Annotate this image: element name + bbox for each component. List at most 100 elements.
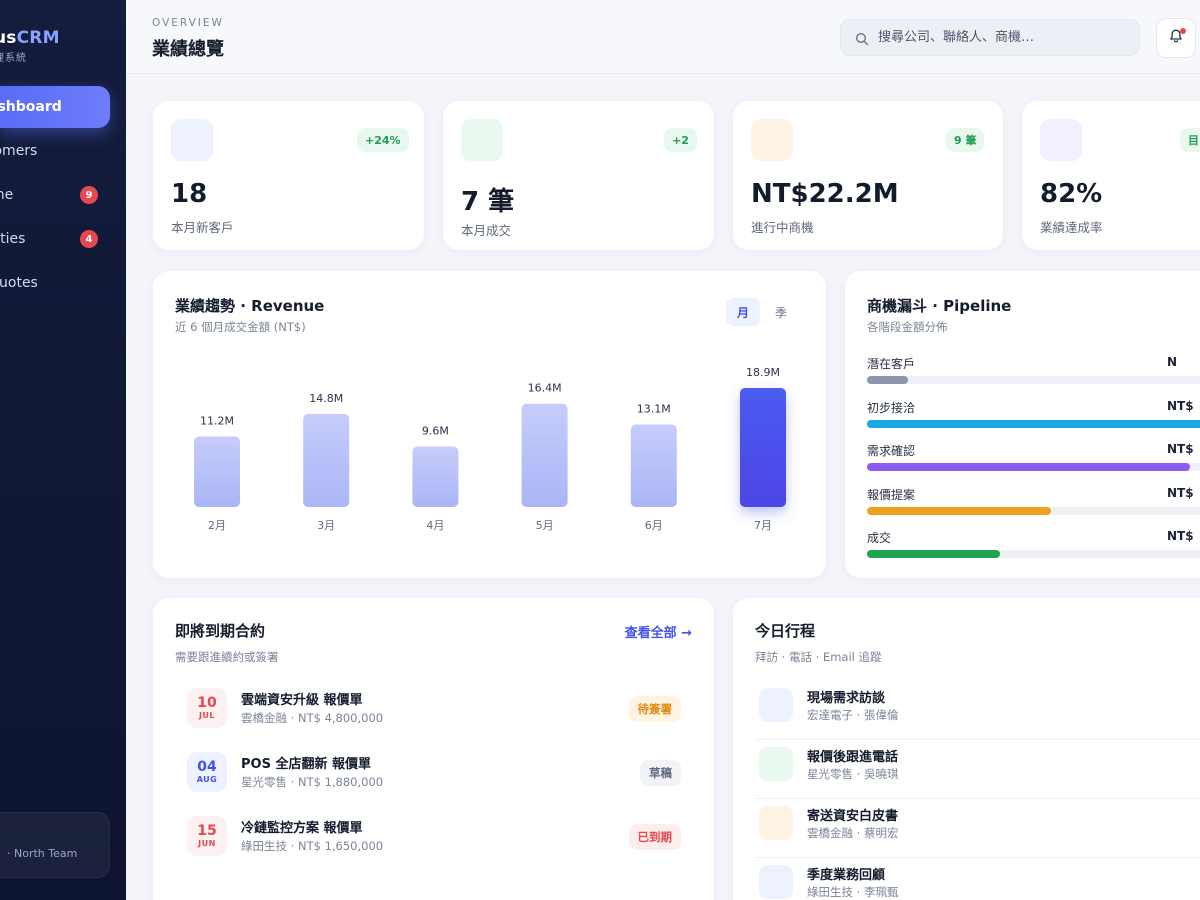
contracts-subtitle: 需要跟進續約或簽署 xyxy=(175,650,279,664)
due-date-badge: 10 JUL xyxy=(187,688,227,728)
pipeline-count-badge: 9 xyxy=(80,186,98,204)
schedule-item-meta: 綠田生技 · 李珮甄 xyxy=(807,885,899,899)
pipeline-progress-fill xyxy=(867,463,1190,471)
kpi-value: 18 xyxy=(171,179,208,209)
revenue-bar[interactable] xyxy=(630,424,677,507)
kpi-value: 82% xyxy=(1040,179,1103,209)
sidebar-item-label: vities xyxy=(0,231,26,247)
schedule-item-meta: 雲橋金融 · 蔡明宏 xyxy=(807,826,899,840)
sidebar-item-label: line xyxy=(0,187,14,203)
sidebar-item-dashboard[interactable]: ashboard xyxy=(0,86,110,128)
pipeline-progress-fill xyxy=(867,419,1200,428)
activities-count-badge: 4 xyxy=(80,230,98,248)
sidebar-item-quotes[interactable]: Quotes xyxy=(0,262,126,304)
search-icon xyxy=(855,31,869,45)
contract-meta: 星光零售 · NT$ 1,880,000 xyxy=(241,775,384,789)
kpi-trend-badge: +24% xyxy=(357,128,409,152)
schedule-item[interactable]: 季度業務回顧 綠田生技 · 李珮甄 xyxy=(755,859,1200,900)
due-date-badge: 04 AUG xyxy=(187,752,227,792)
brand-logo[interactable]: usCRM 理系統 xyxy=(0,28,60,64)
due-day: 15 xyxy=(197,822,217,839)
schedule-card: 今日行程 拜訪 · 電話 · Email 追蹤 現場需求訪談 宏達電子 · 張偉倫… xyxy=(733,598,1200,900)
kpi-card-new-customers[interactable]: +24% 18 本月新客戶 xyxy=(153,101,424,250)
schedule-item[interactable]: 現場需求訪談 宏達電子 · 張偉倫 xyxy=(755,682,1200,740)
kpi-trend-badge: +2 xyxy=(664,128,697,152)
view-all-link[interactable]: 查看全部 → xyxy=(625,622,692,641)
revenue-bar[interactable] xyxy=(521,403,568,507)
target-icon xyxy=(1040,119,1082,161)
sidebar-item-label: ashboard xyxy=(0,99,62,115)
schedule-subtitle: 拜訪 · 電話 · Email 追蹤 xyxy=(755,650,882,664)
sidebar-item-label: tomers xyxy=(0,143,38,159)
schedule-item-meta: 宏達電子 · 張偉倫 xyxy=(807,708,899,722)
pipeline-title: 商機漏斗 · Pipeline xyxy=(867,297,1012,315)
schedule-item[interactable]: 寄送資安白皮書 雲橋金融 · 蔡明宏 xyxy=(755,800,1200,858)
contract-title: 冷鏈監控方案 報價單 xyxy=(241,821,363,836)
due-day: 10 xyxy=(197,694,217,711)
calendar-event-icon xyxy=(759,747,793,781)
search-box[interactable] xyxy=(840,19,1140,56)
sidebar-item-customers[interactable]: tomers xyxy=(0,130,126,172)
schedule-item-title: 現場需求訪談 xyxy=(807,691,886,706)
notifications-button[interactable] xyxy=(1156,18,1196,58)
contract-row[interactable]: 15 JUN 冷鏈監控方案 報價單 綠田生技 · NT$ 1,650,000 已到期 xyxy=(187,816,681,860)
kpi-card-deals-closed[interactable]: +2 7 筆 本月成交 xyxy=(443,101,714,250)
due-month: JUN xyxy=(198,838,216,848)
kpi-label: 業績達成率 xyxy=(1040,220,1103,235)
pipeline-stage-value: N xyxy=(1167,355,1178,369)
kpi-label: 進行中商機 xyxy=(751,220,814,235)
contract-row[interactable]: 04 AUG POS 全店翻新 報價單 星光零售 · NT$ 1,880,000 草稿 xyxy=(187,752,681,796)
bar-value-label: 16.4M xyxy=(528,382,562,395)
kpi-card-attainment[interactable]: 目 82% 業績達成率 xyxy=(1022,101,1200,250)
pipeline-progress-track xyxy=(867,419,1200,428)
kpi-card-open-pipeline[interactable]: 9 筆 NT$22.2M 進行中商機 xyxy=(733,101,1003,250)
revenue-bar[interactable] xyxy=(412,446,459,507)
kpi-label: 本月新客戶 xyxy=(171,220,234,235)
sidebar-item-activities[interactable]: vities 4 xyxy=(0,218,126,260)
bar-value-label: 18.9M xyxy=(746,366,780,379)
top-header: OVERVIEW 業績總覽 xyxy=(126,0,1200,74)
bar-value-label: 14.8M xyxy=(309,392,343,405)
search-input[interactable] xyxy=(878,30,1128,45)
contract-meta: 雲橋金融 · NT$ 4,800,000 xyxy=(241,711,384,725)
revenue-bar[interactable] xyxy=(303,413,350,507)
kpi-label: 本月成交 xyxy=(461,223,512,238)
kpi-trend-badge: 9 筆 xyxy=(946,128,985,152)
revenue-bar-chart: 11.2M 2月 14.8M 3月 9.6M 4月 16.4M 5月 13.1M 6月 18.9M 7… xyxy=(194,366,786,532)
calendar-event-icon xyxy=(759,806,793,840)
sidebar-item-pipeline[interactable]: line 9 xyxy=(0,174,126,216)
team-name: · North Team xyxy=(7,847,78,860)
kpi-value: 7 筆 xyxy=(461,187,515,217)
page-title: 業績總覽 xyxy=(152,39,224,60)
users-icon xyxy=(171,119,213,161)
due-month: AUG xyxy=(196,774,218,784)
contract-row[interactable]: 10 JUL 雲端資安升級 報價單 雲橋金融 · NT$ 4,800,000 待簽署 xyxy=(187,688,681,732)
revenue-bar[interactable] xyxy=(740,388,786,507)
bar-value-label: 11.2M xyxy=(200,414,234,427)
pipeline-stage-value: NT$ xyxy=(1167,485,1194,500)
calendar-event-icon xyxy=(759,688,793,722)
contract-status-badge: 已到期 xyxy=(628,824,681,850)
pipeline-progress-fill xyxy=(867,376,908,384)
kpi-trend-badge: 目 xyxy=(1180,128,1200,152)
pipeline-progress-fill xyxy=(867,550,1000,558)
kpi-value: NT$22.2M xyxy=(751,179,899,209)
brand-subtitle: 理系統 xyxy=(0,53,27,64)
pipeline-stage-name: 成交 xyxy=(867,531,892,545)
pipeline-stage-value: NT$ xyxy=(1167,442,1194,456)
deal-icon xyxy=(461,119,503,161)
team-card[interactable]: · North Team xyxy=(0,812,110,878)
schedule-item-title: 寄送資安白皮書 xyxy=(807,809,899,824)
schedule-item[interactable]: 報價後跟進電話 星光零售 · 吳曉琪 xyxy=(755,741,1200,799)
contract-title: POS 全店翻新 報價單 xyxy=(241,757,371,772)
due-date-badge: 15 JUN xyxy=(187,816,227,856)
pipeline-stage-name: 潛在客戶 xyxy=(867,357,916,371)
sidebar: usCRM 理系統 ashboard tomers line 9 vities … xyxy=(0,0,126,900)
contract-status-badge: 待簽署 xyxy=(628,696,681,722)
pipeline-icon xyxy=(751,119,793,161)
pipeline-card: 商機漏斗 · Pipeline 各階段金額分佈 潛在客戶 N 初步接洽 NT$ 需求確認… xyxy=(845,271,1200,578)
revenue-bar[interactable] xyxy=(194,436,240,507)
x-axis-tick-label: 6月 xyxy=(645,519,663,532)
schedule-item-title: 報價後跟進電話 xyxy=(807,750,899,765)
x-axis-tick-label: 7月 xyxy=(754,519,772,532)
